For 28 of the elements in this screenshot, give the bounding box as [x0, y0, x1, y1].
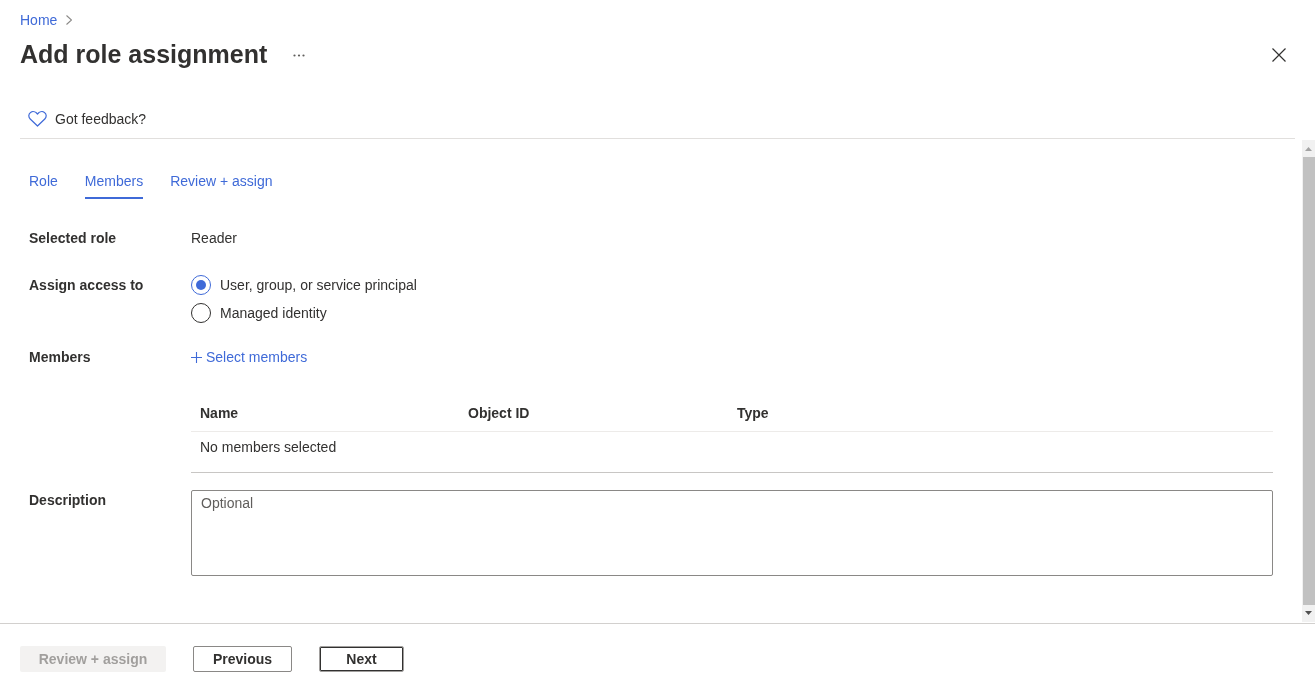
ellipsis-icon: [293, 53, 306, 57]
description-field[interactable]: Optional: [191, 490, 1273, 576]
scroll-up-icon: [1305, 147, 1312, 151]
radio-option[interactable]: Managed identity: [191, 299, 417, 327]
column-header: Object ID: [468, 403, 531, 423]
field-label: Selected role: [29, 229, 118, 248]
footer-button[interactable]: Next: [319, 646, 404, 672]
footer-button[interactable]: Previous: [193, 646, 292, 672]
breadcrumb-link[interactable]: Home: [20, 9, 58, 31]
field-value: Reader: [191, 229, 237, 248]
feedback-button[interactable]: Got feedback?: [28, 108, 147, 130]
plus-icon: [191, 351, 202, 363]
column-header: Name: [200, 403, 240, 423]
field-label: Members: [29, 348, 92, 367]
radio-option[interactable]: User, group, or service principal: [191, 271, 417, 299]
tab[interactable]: Review + assign: [170, 165, 273, 199]
select-members-link[interactable]: Select members: [191, 346, 308, 368]
scroll-down-icon: [1305, 611, 1312, 615]
page-title: Add role assignment: [20, 39, 268, 71]
close-icon: [1272, 48, 1286, 62]
tab[interactable]: Members: [84, 165, 144, 199]
heart-icon: [28, 111, 47, 127]
field-label: Assign access to: [29, 276, 145, 295]
empty-table-message: No members selected: [200, 438, 338, 457]
tab[interactable]: Role: [29, 165, 58, 199]
field-label: Description: [29, 491, 107, 510]
column-header: Type: [737, 403, 770, 423]
chevron-right-icon: [66, 15, 73, 25]
